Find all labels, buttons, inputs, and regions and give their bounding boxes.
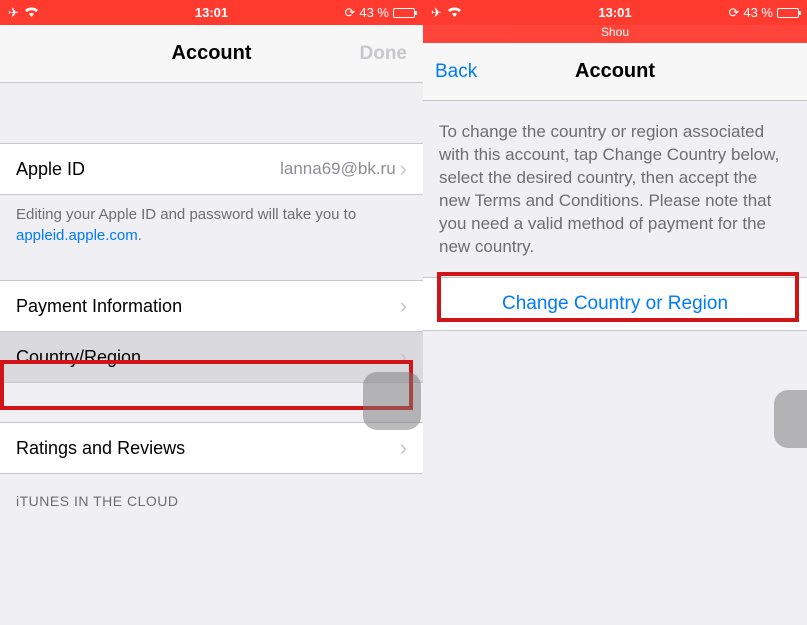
apple-id-label: Apple ID [16, 159, 280, 180]
chevron-right-icon: › [400, 295, 407, 317]
apple-id-footer: Editing your Apple ID and password will … [0, 194, 423, 256]
back-button[interactable]: Back [435, 61, 477, 83]
change-country-button[interactable]: Change Country or Region [423, 277, 807, 331]
refresh-icon: ⟳ [728, 5, 739, 21]
phone-screenshot-right: ✈ 13:01 ⟳ 43 % Shou Back Account To chan… [423, 0, 807, 625]
apple-id-value: lanna69@bk.ru [280, 159, 396, 179]
chevron-right-icon: › [400, 158, 407, 180]
airplane-icon: ✈ [431, 5, 442, 21]
nav-bar: Account Done [0, 25, 423, 83]
nav-title: Account [172, 42, 252, 65]
status-time: 13:01 [598, 5, 631, 20]
change-country-description: To change the country or region associat… [423, 101, 807, 277]
airplane-icon: ✈ [8, 5, 19, 21]
nav-title: Account [575, 60, 655, 83]
assistive-touch-icon[interactable] [774, 390, 807, 448]
chevron-right-icon: › [400, 346, 407, 368]
nav-bar: Back Account [423, 43, 807, 101]
battery-percent: 43 % [743, 5, 773, 20]
done-button[interactable]: Done [360, 43, 408, 65]
apple-id-row[interactable]: Apple ID lanna69@bk.ru › [0, 143, 423, 195]
payment-information-row[interactable]: Payment Information › [0, 280, 423, 332]
wifi-icon [24, 5, 39, 20]
assistive-touch-icon[interactable] [363, 372, 421, 430]
country-region-row[interactable]: Country/Region › [0, 331, 423, 383]
itunes-cloud-header: iTUNES IN THE CLOUD [0, 473, 423, 517]
status-bar: ✈ 13:01 ⟳ 43 % [423, 0, 807, 25]
battery-icon [777, 8, 799, 18]
wifi-icon [447, 5, 462, 20]
status-subtitle: Shou [423, 25, 807, 43]
battery-percent: 43 % [359, 5, 389, 20]
battery-icon [393, 8, 415, 18]
phone-screenshot-left: ✈ 13:01 ⟳ 43 % Account Done Apple ID lan… [0, 0, 423, 625]
status-time: 13:01 [195, 5, 228, 20]
chevron-right-icon: › [400, 437, 407, 459]
ratings-reviews-row[interactable]: Ratings and Reviews › [0, 422, 423, 474]
status-bar: ✈ 13:01 ⟳ 43 % [0, 0, 423, 25]
refresh-icon: ⟳ [344, 5, 355, 21]
appleid-link[interactable]: appleid.apple.com [16, 227, 138, 244]
